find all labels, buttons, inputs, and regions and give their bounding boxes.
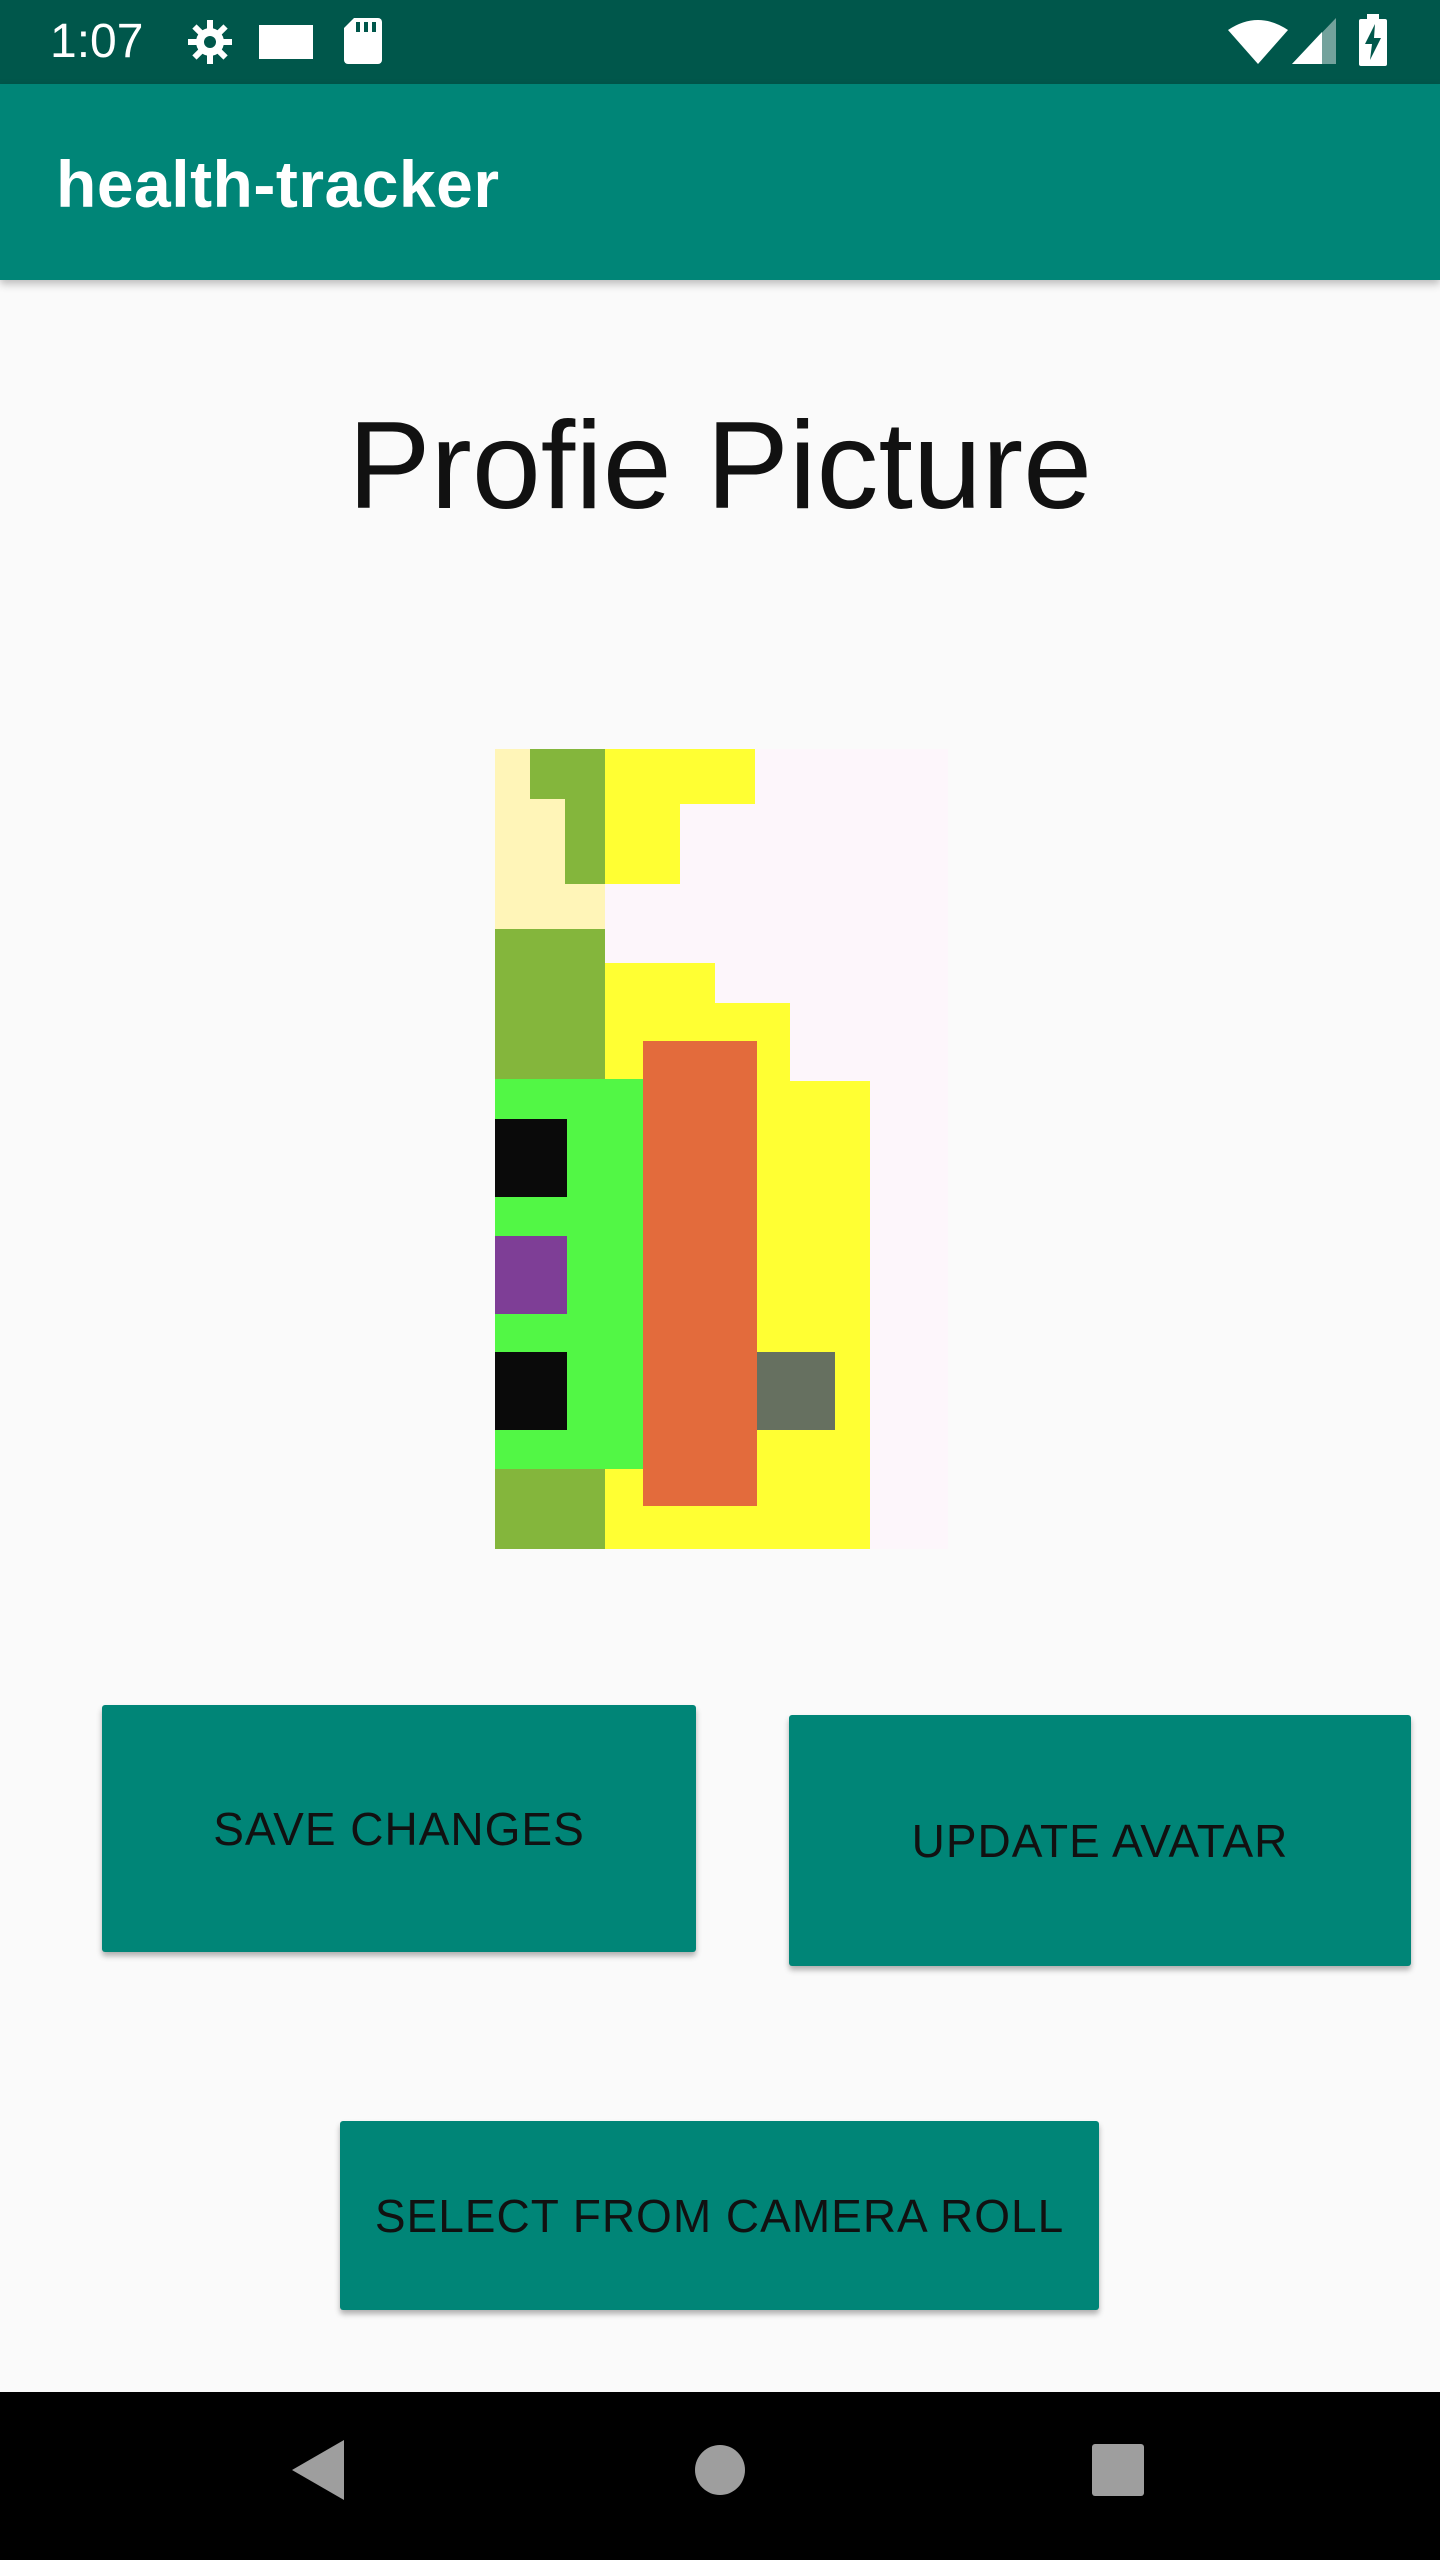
status-time: 1:07 (50, 15, 144, 68)
sd-card-icon (344, 18, 382, 64)
navigation-bar (0, 2392, 1440, 2560)
avatar-image (495, 749, 948, 1549)
page-heading: Profie Picture (347, 397, 1093, 535)
home-icon[interactable] (694, 2436, 746, 2504)
gear-icon (188, 20, 232, 64)
wifi-icon (1228, 20, 1288, 64)
app-bar: health-tracker (0, 84, 1440, 280)
battery-charging-icon (1359, 14, 1387, 66)
recents-icon[interactable] (1090, 2436, 1146, 2504)
save-changes-button[interactable]: SAVE CHANGES (102, 1705, 696, 1952)
screen-icon (259, 25, 313, 59)
select-from-camera-roll-button[interactable]: SELECT FROM CAMERA ROLL (340, 2121, 1099, 2310)
update-avatar-button[interactable]: UPDATE AVATAR (789, 1715, 1411, 1966)
status-bar: 1:07 (0, 0, 1440, 84)
back-icon[interactable] (288, 2436, 348, 2504)
app-title: health-tracker (56, 147, 500, 221)
signal-icon (1292, 18, 1336, 64)
